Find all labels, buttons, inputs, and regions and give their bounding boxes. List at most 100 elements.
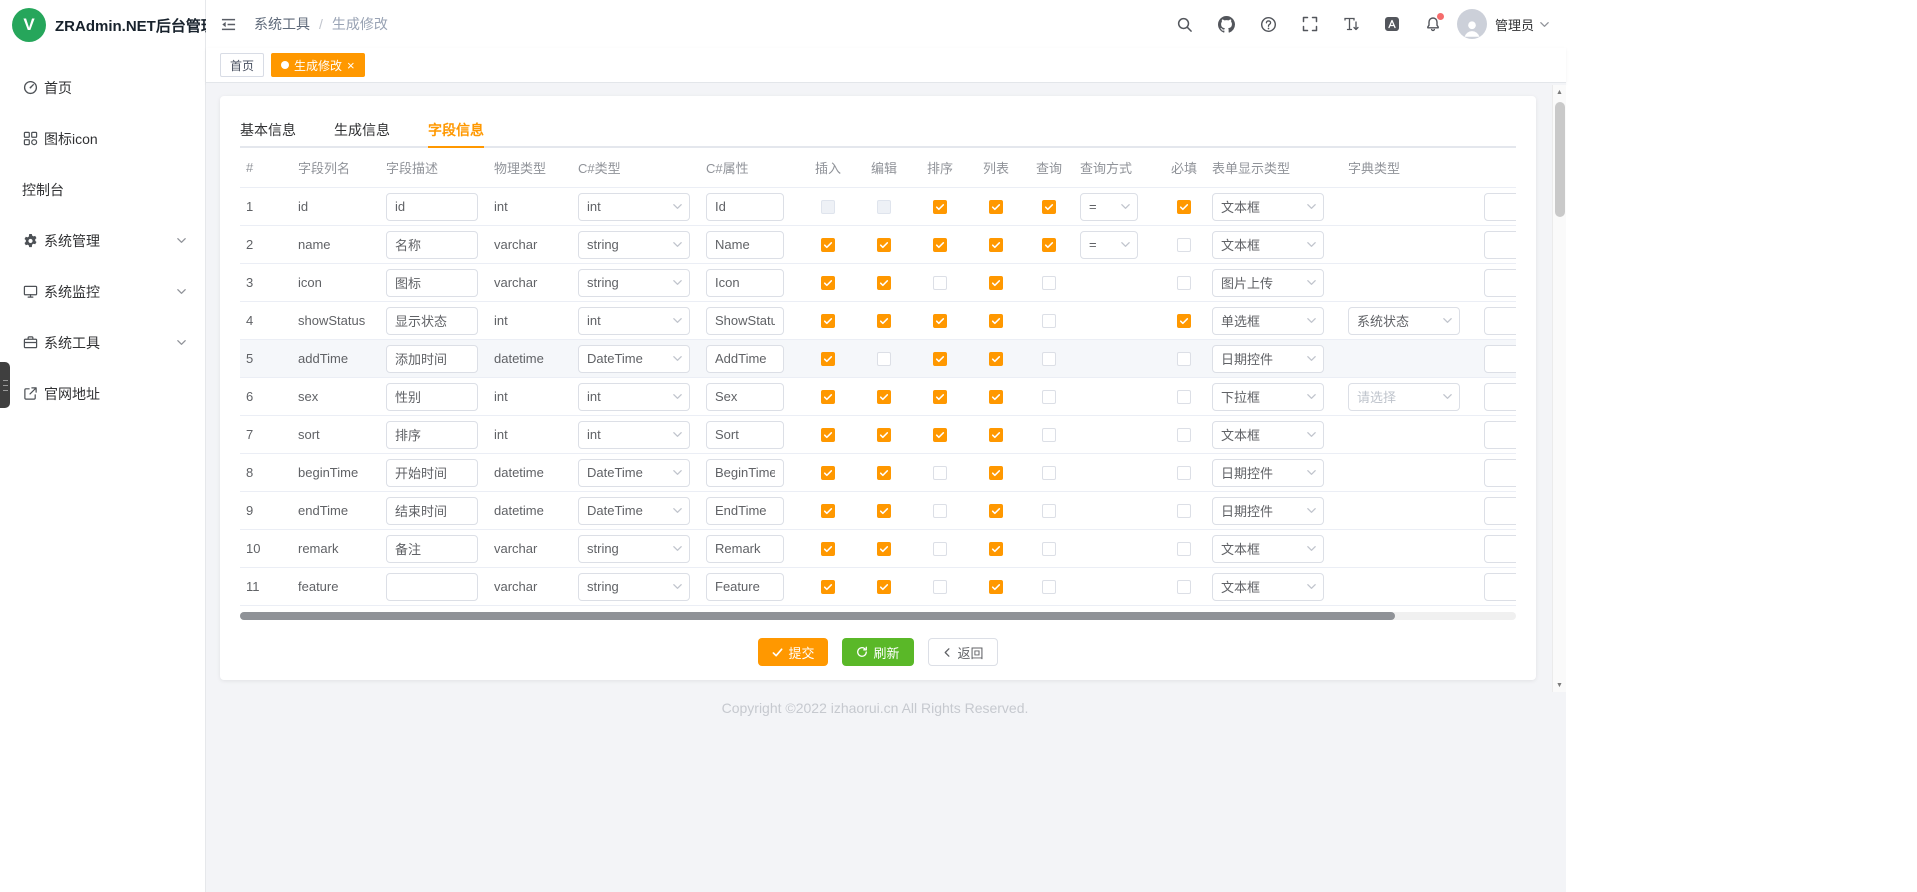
language-icon[interactable] xyxy=(1384,16,1400,32)
scroll-down-arrow[interactable]: ▼ xyxy=(1553,678,1566,692)
tab-fields[interactable]: 字段信息 xyxy=(428,114,484,146)
github-icon[interactable] xyxy=(1218,16,1235,33)
desc-input[interactable] xyxy=(386,573,478,601)
list-checkbox[interactable] xyxy=(989,542,1003,556)
scroll-up-arrow[interactable]: ▲ xyxy=(1553,85,1566,99)
tab-gen[interactable]: 生成信息 xyxy=(334,114,390,146)
insert-checkbox[interactable] xyxy=(821,276,835,290)
ctype-select[interactable]: string xyxy=(578,573,690,601)
ctype-select[interactable]: string xyxy=(578,231,690,259)
extra-input[interactable] xyxy=(1484,345,1516,373)
insert-checkbox[interactable] xyxy=(821,352,835,366)
sort-checkbox[interactable] xyxy=(933,352,947,366)
edit-checkbox[interactable] xyxy=(877,314,891,328)
required-checkbox[interactable] xyxy=(1177,542,1191,556)
cprop-input[interactable] xyxy=(706,535,784,563)
breadcrumb-item[interactable]: 系统工具 xyxy=(254,14,310,34)
user-name[interactable]: 管理员 xyxy=(1495,15,1534,34)
ctype-select[interactable]: int xyxy=(578,383,690,411)
edit-checkbox[interactable] xyxy=(877,352,891,366)
cprop-input[interactable] xyxy=(706,497,784,525)
cprop-input[interactable] xyxy=(706,421,784,449)
display-select[interactable]: 文本框 xyxy=(1212,193,1324,221)
edit-checkbox[interactable] xyxy=(877,390,891,404)
insert-checkbox[interactable] xyxy=(821,238,835,252)
vertical-scrollbar-thumb[interactable] xyxy=(1555,102,1565,217)
insert-checkbox[interactable] xyxy=(821,314,835,328)
horizontal-scrollbar[interactable] xyxy=(240,612,1516,620)
required-checkbox[interactable] xyxy=(1177,466,1191,480)
list-checkbox[interactable] xyxy=(989,314,1003,328)
sidebar-item-system-manage[interactable]: 系统管理 xyxy=(0,215,205,266)
sidebar-fold-icon[interactable] xyxy=(220,17,237,32)
required-checkbox[interactable] xyxy=(1177,238,1191,252)
sidebar-item-home[interactable]: 首页 xyxy=(0,62,205,113)
extra-input[interactable] xyxy=(1484,573,1516,601)
sort-checkbox[interactable] xyxy=(933,390,947,404)
query-checkbox[interactable] xyxy=(1042,276,1056,290)
query-checkbox[interactable] xyxy=(1042,580,1056,594)
query-checkbox[interactable] xyxy=(1042,504,1056,518)
qtype-select[interactable]: = xyxy=(1080,231,1138,259)
extra-input[interactable] xyxy=(1484,269,1516,297)
extra-input[interactable] xyxy=(1484,535,1516,563)
sort-checkbox[interactable] xyxy=(933,466,947,480)
list-checkbox[interactable] xyxy=(989,504,1003,518)
required-checkbox[interactable] xyxy=(1177,352,1191,366)
vertical-scrollbar-track[interactable] xyxy=(1553,99,1566,678)
required-checkbox[interactable] xyxy=(1177,200,1191,214)
sidebar-item-system-monitor[interactable]: 系统监控 xyxy=(0,266,205,317)
list-checkbox[interactable] xyxy=(989,390,1003,404)
display-select[interactable]: 文本框 xyxy=(1212,231,1324,259)
sort-checkbox[interactable] xyxy=(933,314,947,328)
desc-input[interactable] xyxy=(386,535,478,563)
font-size-icon[interactable] xyxy=(1343,16,1359,32)
cprop-input[interactable] xyxy=(706,307,784,335)
required-checkbox[interactable] xyxy=(1177,276,1191,290)
dict-select[interactable]: 请选择 xyxy=(1348,383,1460,411)
extra-input[interactable] xyxy=(1484,231,1516,259)
edit-checkbox[interactable] xyxy=(877,276,891,290)
tab-basic[interactable]: 基本信息 xyxy=(240,114,296,146)
extra-input[interactable] xyxy=(1484,307,1516,335)
desc-input[interactable] xyxy=(386,421,478,449)
sort-checkbox[interactable] xyxy=(933,542,947,556)
cprop-input[interactable] xyxy=(706,231,784,259)
app-logo[interactable]: V ZRAdmin.NET后台管理 xyxy=(0,0,205,50)
sort-checkbox[interactable] xyxy=(933,504,947,518)
edit-checkbox[interactable] xyxy=(877,428,891,442)
qtype-select[interactable]: = xyxy=(1080,193,1138,221)
back-button[interactable]: 返回 xyxy=(928,638,998,666)
sidebar-resize-handle[interactable] xyxy=(0,362,10,408)
sort-checkbox[interactable] xyxy=(933,580,947,594)
tags-view-tab-gen-edit[interactable]: 生成修改× xyxy=(271,53,365,77)
query-checkbox[interactable] xyxy=(1042,466,1056,480)
sort-checkbox[interactable] xyxy=(933,276,947,290)
display-select[interactable]: 日期控件 xyxy=(1212,459,1324,487)
display-select[interactable]: 单选框 xyxy=(1212,307,1324,335)
display-select[interactable]: 日期控件 xyxy=(1212,345,1324,373)
list-checkbox[interactable] xyxy=(989,276,1003,290)
cprop-input[interactable] xyxy=(706,269,784,297)
cprop-input[interactable] xyxy=(706,345,784,373)
edit-checkbox[interactable] xyxy=(877,238,891,252)
display-select[interactable]: 文本框 xyxy=(1212,535,1324,563)
sort-checkbox[interactable] xyxy=(933,238,947,252)
list-checkbox[interactable] xyxy=(989,200,1003,214)
edit-checkbox[interactable] xyxy=(877,466,891,480)
sidebar-item-icons[interactable]: 图标icon xyxy=(0,113,205,164)
list-checkbox[interactable] xyxy=(989,428,1003,442)
avatar[interactable] xyxy=(1457,9,1487,39)
desc-input[interactable] xyxy=(386,307,478,335)
insert-checkbox[interactable] xyxy=(821,504,835,518)
list-checkbox[interactable] xyxy=(989,238,1003,252)
dict-select[interactable]: 系统状态 xyxy=(1348,307,1460,335)
ctype-select[interactable]: string xyxy=(578,269,690,297)
ctype-select[interactable]: DateTime xyxy=(578,459,690,487)
list-checkbox[interactable] xyxy=(989,352,1003,366)
help-icon[interactable] xyxy=(1260,16,1277,33)
required-checkbox[interactable] xyxy=(1177,428,1191,442)
desc-input[interactable] xyxy=(386,383,478,411)
submit-button[interactable]: 提交 xyxy=(758,638,828,666)
display-select[interactable]: 日期控件 xyxy=(1212,497,1324,525)
